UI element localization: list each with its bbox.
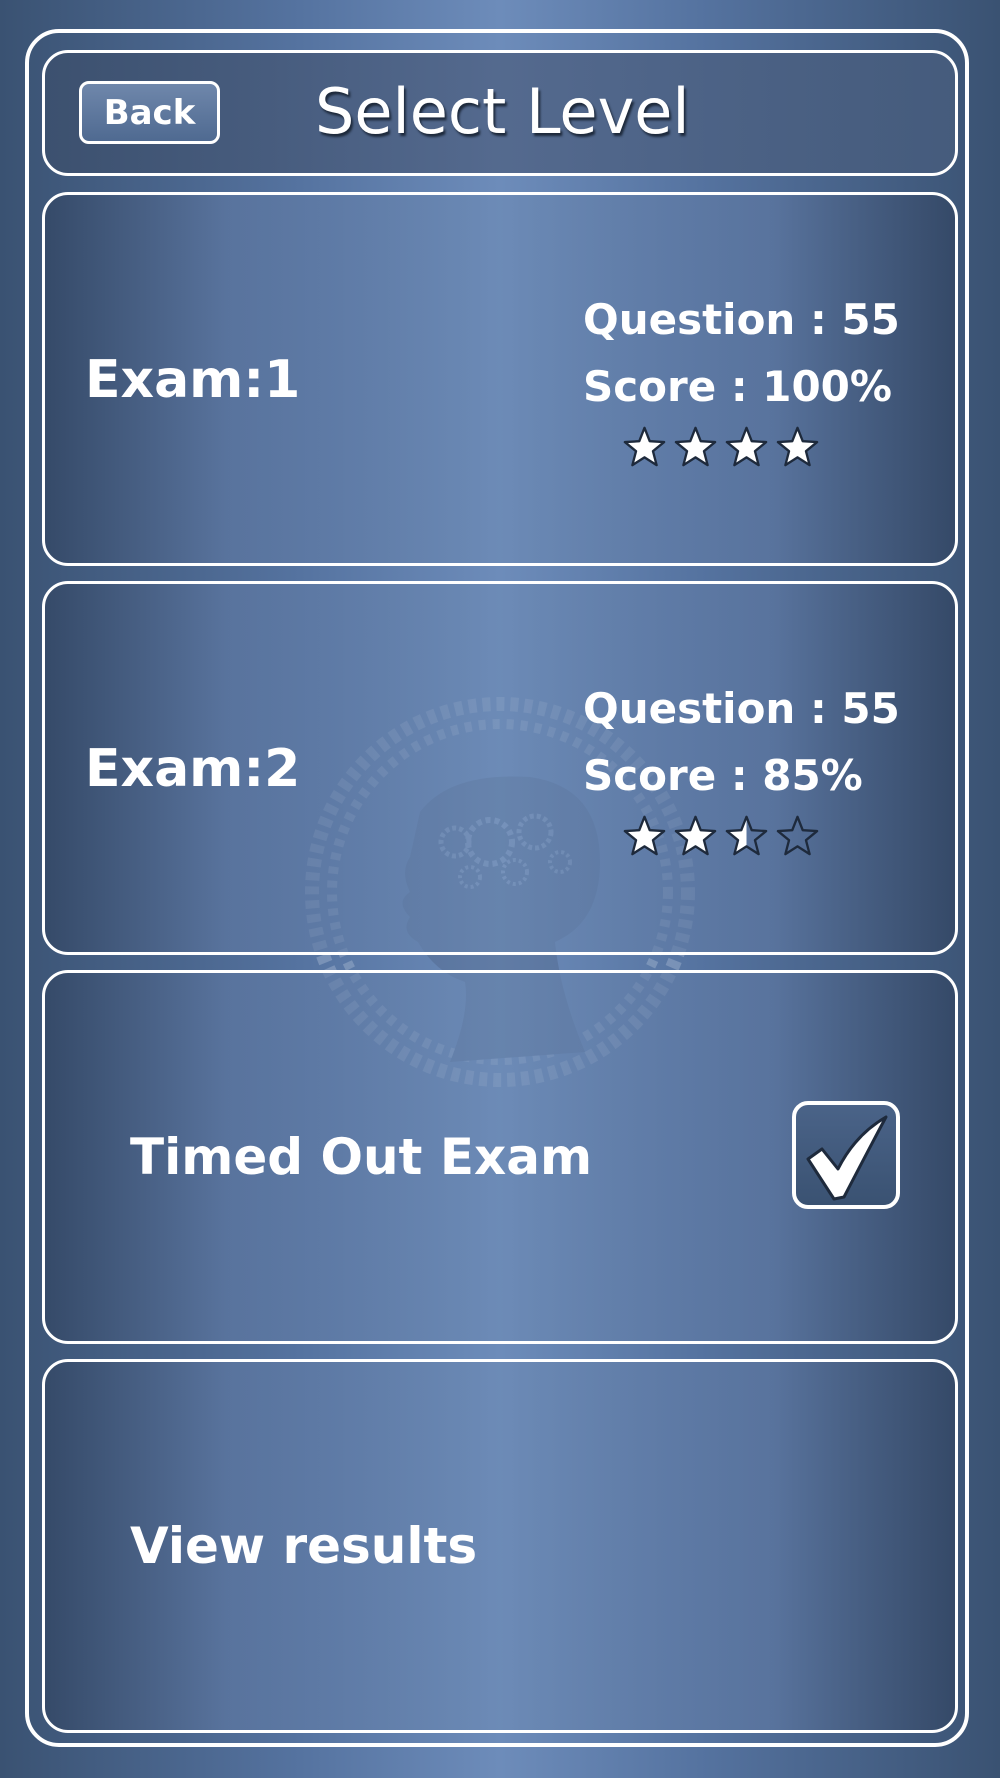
timed-out-exam-row: Timed Out Exam bbox=[42, 970, 958, 1344]
star-icon bbox=[623, 426, 666, 467]
timed-out-exam-label: Timed Out Exam bbox=[130, 1128, 593, 1186]
page-title: Select Level bbox=[315, 75, 690, 148]
view-results-button[interactable]: View results bbox=[42, 1359, 958, 1733]
back-button[interactable]: Back bbox=[79, 81, 220, 144]
exam-card-1[interactable]: Exam:1 Question : 55 Score : 100% bbox=[42, 192, 958, 566]
star-icon bbox=[776, 426, 819, 467]
checkmark-icon bbox=[806, 1115, 888, 1201]
star-icon bbox=[623, 815, 666, 856]
exam-question-count: Question : 55 bbox=[583, 295, 900, 344]
star-icon bbox=[776, 815, 819, 856]
exam-score: Score : 100% bbox=[583, 362, 892, 411]
star-icon bbox=[674, 426, 717, 467]
exam-label: Exam:1 bbox=[85, 350, 301, 410]
exam-score: Score : 85% bbox=[583, 751, 863, 800]
exam-label: Exam:2 bbox=[85, 739, 301, 799]
star-icon bbox=[725, 815, 768, 856]
timed-out-checkbox[interactable] bbox=[792, 1101, 900, 1209]
star-rating bbox=[622, 814, 820, 859]
exam-question-count: Question : 55 bbox=[583, 684, 900, 733]
header-bar: Back Select Level bbox=[42, 50, 958, 176]
star-rating bbox=[622, 425, 820, 470]
star-icon bbox=[725, 426, 768, 467]
star-icon bbox=[674, 815, 717, 856]
view-results-label: View results bbox=[130, 1517, 478, 1575]
exam-card-2[interactable]: Exam:2 Question : 55 Score : 85% bbox=[42, 581, 958, 955]
